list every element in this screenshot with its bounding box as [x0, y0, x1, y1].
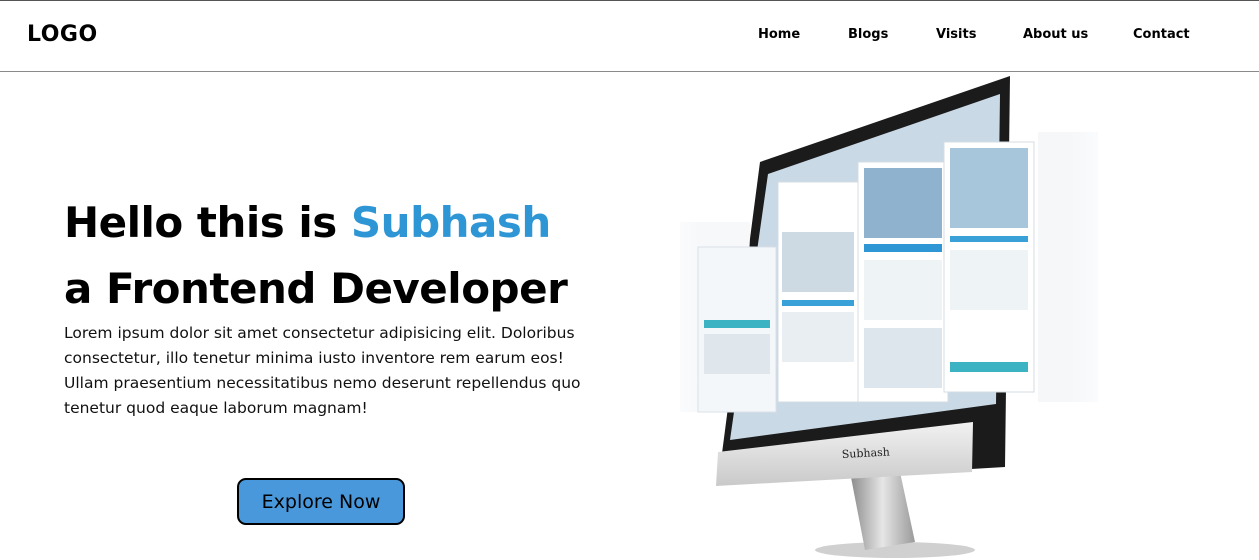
headline-prefix: Hello this is	[64, 198, 351, 247]
monitor-stand	[850, 472, 915, 550]
explore-now-button[interactable]: Explore Now	[237, 478, 405, 525]
headline-name: Subhash	[350, 198, 551, 247]
hero-headline: Hello this is Subhash a Frontend Develop…	[64, 190, 568, 322]
nav-link-home[interactable]: Home	[758, 26, 800, 44]
headline-line-2: a Frontend Developer	[64, 264, 568, 313]
nav-link-visits[interactable]: Visits	[936, 26, 976, 44]
monitor-illustration: Subhash	[660, 76, 1120, 558]
nav-link-blogs[interactable]: Blogs	[848, 26, 888, 44]
hero-description: Lorem ipsum dolor sit amet consectetur a…	[64, 324, 581, 417]
navbar: LOGO Home Blogs Visits About us Contact	[0, 1, 1259, 72]
nav-link-contact[interactable]: Contact	[1133, 26, 1190, 44]
monitor-brand-text: Subhash	[841, 445, 890, 460]
nav-link-about-us[interactable]: About us	[1023, 26, 1088, 44]
main-nav: Home Blogs Visits About us Contact	[0, 26, 1259, 46]
